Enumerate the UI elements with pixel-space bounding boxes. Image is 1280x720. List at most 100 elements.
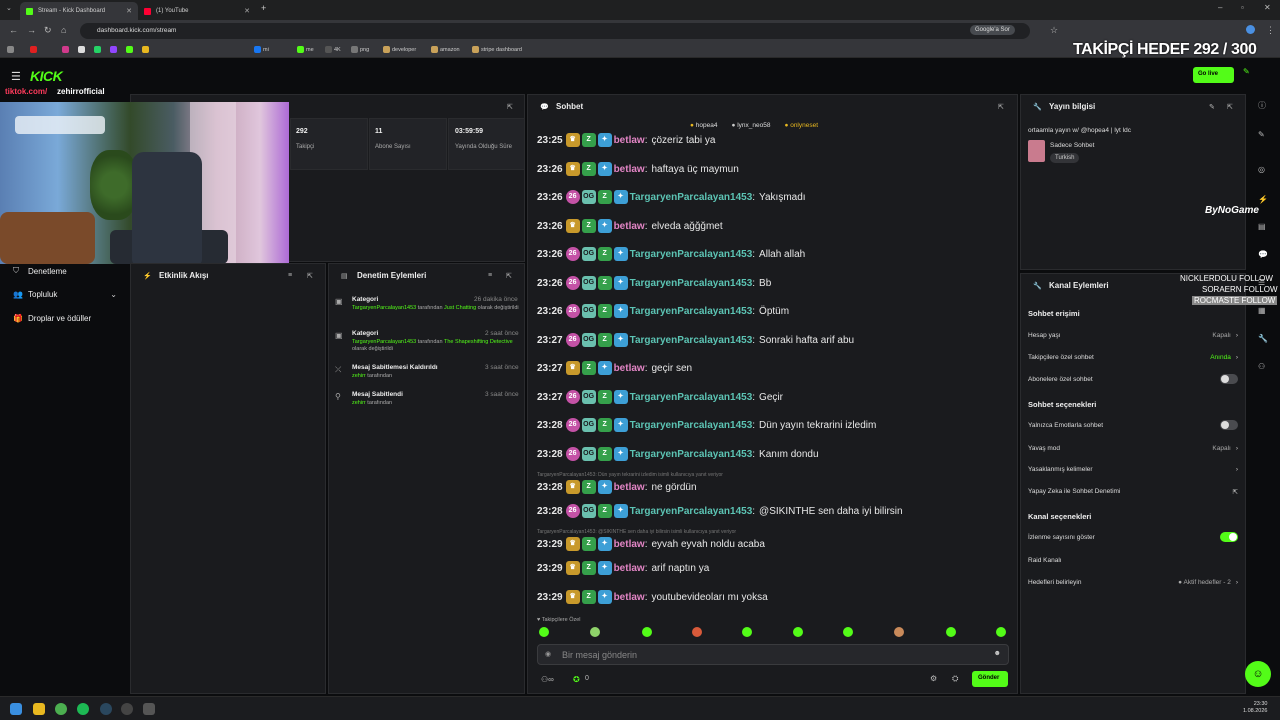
bookmark-amazon[interactable]: amazon [431,46,460,53]
top-user[interactable]: ● onlyneset [784,122,818,129]
channel-action-row[interactable]: Takipçilere özel sohbet Anında › [1028,354,1238,361]
sidebar-item-community[interactable]: 👥 Topluluk ⌄ [13,290,117,299]
home-icon[interactable]: ⌂ [61,25,66,35]
message-username[interactable]: betlaw [614,135,645,146]
bookmark-x-icon[interactable] [78,46,87,53]
hamburger-menu-icon[interactable]: ☰ [11,70,21,83]
bookmark-4k[interactable]: 4K [325,46,341,53]
emote-icon[interactable] [793,627,803,637]
camera-icon[interactable]: ◎ [1258,165,1265,174]
message-username[interactable]: betlaw [614,482,645,493]
top-user[interactable]: ● lynx_neo58 [731,122,770,129]
chat-message-input[interactable]: ◉ Bir mesaj gönderin ☻ [537,644,1009,665]
popout-icon[interactable]: ⇱ [506,272,512,280]
obs-icon[interactable] [121,703,133,715]
menu-icon[interactable]: ⋮ [1266,25,1275,36]
popout-icon[interactable]: ⇱ [1227,103,1233,111]
clipboard-icon[interactable]: ▦ [1258,306,1266,315]
message-username[interactable]: betlaw [614,539,645,550]
close-tab-icon[interactable]: ✕ [126,7,132,15]
popout-icon[interactable]: ⇱ [307,272,313,280]
bookmark-s-icon[interactable] [142,46,151,53]
viewers-link-icon[interactable]: ⚇∞ [541,675,554,684]
message-username[interactable]: TargaryenParcalayan1453 [630,449,753,460]
emoji-picker-icon[interactable]: ☻ [994,650,1001,657]
emote-icon[interactable] [843,627,853,637]
settings-gear-icon[interactable]: ⚙ [930,674,937,683]
chat-support-button[interactable]: ☺ [1245,661,1271,687]
bookmark-twitch-icon[interactable] [110,46,119,53]
bookmark-youtube-icon[interactable] [30,46,39,53]
message-username[interactable]: betlaw [614,221,645,232]
toggle-switch[interactable] [1220,374,1238,384]
sidebar-item-drops[interactable]: 🎁 Droplar ve ödüller [13,314,91,323]
chat-message[interactable]: 23:28 ♛ Z ✦ betlaw: ne gördün [537,480,697,494]
edit-stream-icon[interactable]: ✎ [1243,67,1250,76]
channel-action-row[interactable]: Yasaklanmış kelimeler › [1028,466,1238,473]
filter-icon[interactable]: ≡ [288,272,292,279]
bookmark-star-icon[interactable]: ☆ [1050,25,1058,36]
bookmark-facebook-icon[interactable]: mi [254,46,269,53]
chat-message[interactable]: 23:28 26 OG Z ✦ TargaryenParcalayan1453: Dün y… [537,418,876,432]
popout-icon[interactable]: ⇱ [998,103,1004,111]
google-lens-button[interactable]: Google'a Sor [970,25,1015,35]
chat-message[interactable]: 23:26 ♛ Z ✦ betlaw: haftaya üç maymun [537,162,739,176]
sidebar-item-moderation[interactable]: ⛉ Denetleme [13,266,67,276]
edit-icon[interactable]: ✎ [1209,103,1215,111]
spotify-icon[interactable] [77,703,89,715]
filter-icon[interactable]: ≡ [488,272,492,279]
reload-icon[interactable]: ↻ [44,25,52,36]
close-tab-icon[interactable]: ✕ [244,7,250,15]
message-username[interactable]: betlaw [614,563,645,574]
top-user[interactable]: ● hopea4 [690,122,717,129]
message-username[interactable]: TargaryenParcalayan1453 [630,278,753,289]
chat-message[interactable]: 23:29 ♛ Z ✦ betlaw: arif naptın ya [537,561,709,575]
emote-icon[interactable] [692,627,702,637]
emote-icon[interactable] [642,627,652,637]
popout-icon[interactable]: ⇱ [507,103,513,111]
emote-icon[interactable] [590,627,600,637]
message-username[interactable]: TargaryenParcalayan1453 [630,249,753,260]
lightning-icon[interactable]: ⚡ [1258,195,1268,204]
chat-message[interactable]: 23:26 ♛ Z ✦ betlaw: elveda ağğğmet [537,219,723,233]
windows-start-icon[interactable] [10,703,22,715]
channel-action-row[interactable]: Yavaş mod Kapalı › [1028,445,1238,452]
message-username[interactable]: betlaw [614,363,645,374]
chat-message[interactable]: 23:27 26 OG Z ✦ TargaryenParcalayan1453: Geçir [537,390,783,404]
app-icon[interactable] [143,703,155,715]
bookmark-me[interactable]: me [297,46,314,53]
toggle-switch[interactable] [1220,420,1238,430]
back-icon[interactable]: ← [9,25,18,35]
wrench-icon[interactable]: 🔧 [1258,334,1268,343]
chat-message[interactable]: 23:26 26 OG Z ✦ TargaryenParcalayan1453: Yakış… [537,190,806,204]
chat-message[interactable]: 23:26 26 OG Z ✦ TargaryenParcalayan1453: Allah… [537,247,805,261]
channel-action-row[interactable]: Yalnızca Emotlarla sohbet [1028,420,1238,430]
chat-message[interactable]: 23:28 26 OG Z ✦ TargaryenParcalayan1453: @SIKI… [537,504,903,518]
info-icon[interactable]: ⓘ [1258,100,1266,111]
chat-message[interactable]: 23:26 26 OG Z ✦ TargaryenParcalayan1453: Öptüm [537,304,789,318]
chat-message[interactable]: 23:27 26 OG Z ✦ TargaryenParcalayan1453: Sonra… [537,333,854,347]
forward-icon[interactable]: → [27,25,36,35]
mod-tools-icon[interactable]: ⛭ [952,674,958,684]
toggle-switch[interactable] [1220,532,1238,542]
chat-message[interactable]: 23:29 ♛ Z ✦ betlaw: youtubevideoları mı yoksa [537,590,768,604]
channel-action-row[interactable]: İzlenme sayısını göster [1028,532,1238,542]
bookmark-whatsapp-icon[interactable] [94,46,103,53]
emote-icon[interactable] [946,627,956,637]
maximize-icon[interactable]: ▫ [1241,3,1244,12]
go-live-button[interactable]: Go live [1193,67,1234,83]
channel-action-row[interactable]: Abonelere özel sohbet [1028,374,1238,384]
tab-kick-dashboard[interactable]: Stream - Kick Dashboard ✕ [20,2,138,20]
emote-icon[interactable] [539,627,549,637]
chat-bubble-icon[interactable]: 💬 [1258,250,1268,259]
chat-message[interactable]: 23:25 ♛ Z ✦ betlaw: çözeriz tabi ya [537,133,715,147]
message-username[interactable]: betlaw [614,592,645,603]
document-icon[interactable]: ▤ [1258,222,1266,231]
channel-action-row[interactable]: Raid Kanalı [1028,557,1238,564]
channel-action-row[interactable]: Yapay Zeka ile Sohbet Denetimi ⇱ [1028,488,1238,496]
bookmark-instagram-icon[interactable] [62,46,71,53]
close-window-icon[interactable]: ✕ [1264,3,1271,12]
channel-action-row[interactable]: Hedefleri belirleyin ● Aktif hedefler - 2… [1028,579,1238,586]
chat-message[interactable]: 23:29 ♛ Z ✦ betlaw: eyvah eyvah noldu acaba [537,537,765,551]
chrome-icon[interactable] [55,703,67,715]
